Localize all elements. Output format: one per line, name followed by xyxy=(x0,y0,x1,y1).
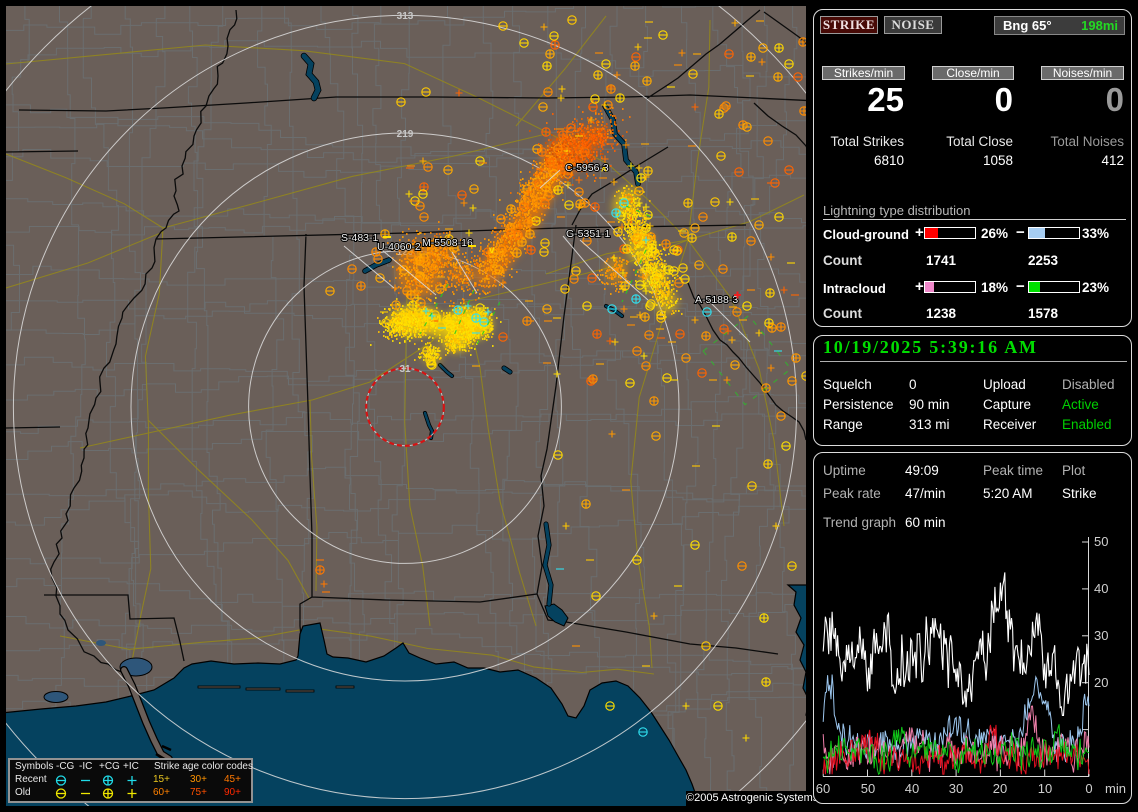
svg-text:v: v xyxy=(489,245,495,256)
svg-text:min: min xyxy=(1105,781,1126,796)
svg-text:219: 219 xyxy=(397,129,414,140)
svg-text:50: 50 xyxy=(1094,534,1108,549)
svg-text:60: 60 xyxy=(816,781,830,796)
svg-text:40: 40 xyxy=(905,781,919,796)
svg-text:30: 30 xyxy=(949,781,963,796)
svg-text:31: 31 xyxy=(399,364,411,375)
svg-text:G-5351-1: G-5351-1 xyxy=(566,228,611,240)
svg-text:40: 40 xyxy=(1094,581,1108,596)
svg-text:A-5188-3: A-5188-3 xyxy=(695,294,738,306)
svg-text:30: 30 xyxy=(1094,628,1108,643)
svg-text:20: 20 xyxy=(1094,675,1108,690)
svg-text:S-483-1: S-483-1 xyxy=(341,232,379,244)
svg-text:U-4060-2: U-4060-2 xyxy=(377,241,421,253)
svg-text:M-5508-16: M-5508-16 xyxy=(422,237,473,249)
svg-text:50: 50 xyxy=(861,781,875,796)
svg-text:0: 0 xyxy=(1085,781,1092,796)
svg-text:10: 10 xyxy=(1038,781,1052,796)
svg-text:313: 313 xyxy=(397,11,414,22)
svg-text:20: 20 xyxy=(993,781,1007,796)
svg-text:^: ^ xyxy=(601,166,607,177)
